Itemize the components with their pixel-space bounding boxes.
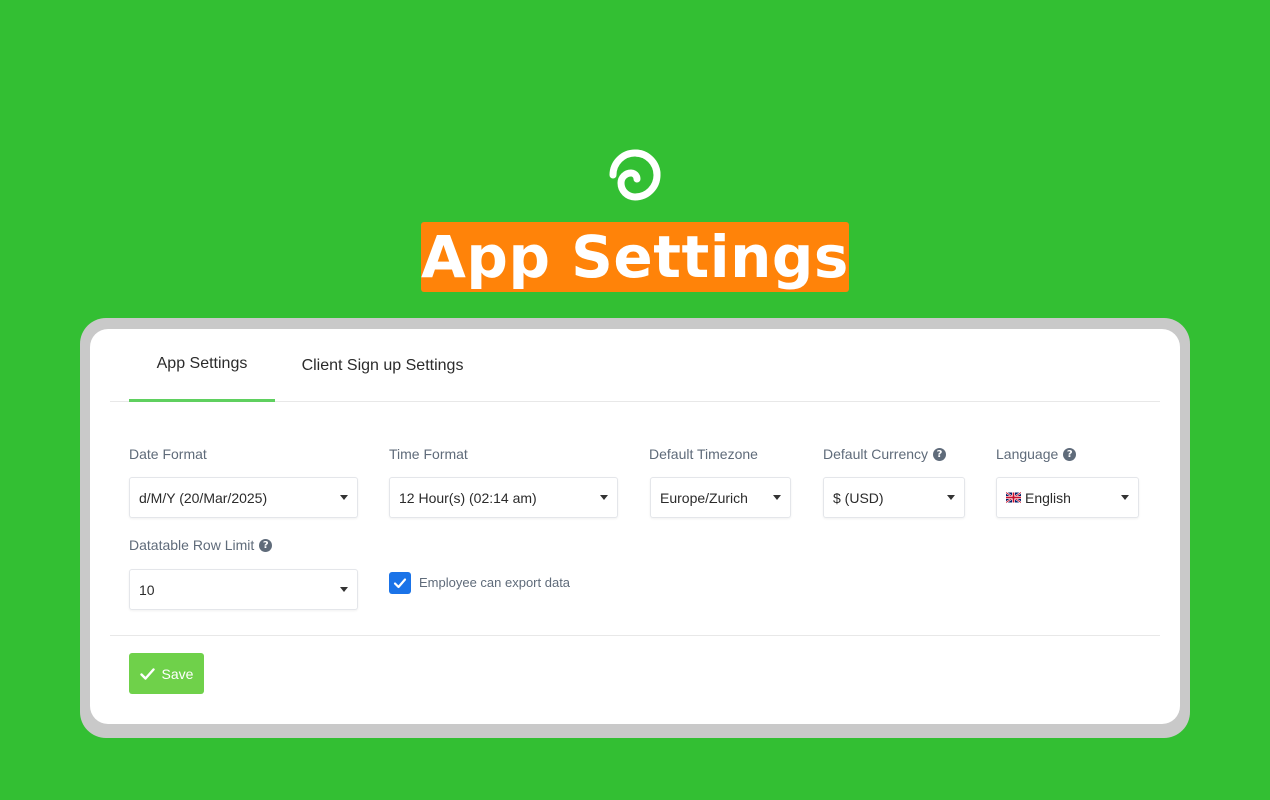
export-data-checkbox[interactable]	[389, 572, 411, 594]
chevron-down-icon	[340, 587, 348, 592]
chevron-down-icon	[773, 495, 781, 500]
language-select[interactable]: English	[996, 477, 1139, 518]
timezone-label: Default Timezone	[649, 446, 758, 462]
uk-flag-icon	[1006, 492, 1021, 503]
chevron-down-icon	[947, 495, 955, 500]
row-limit-value: 10	[139, 581, 155, 598]
row-limit-label-text: Datatable Row Limit	[129, 537, 255, 553]
time-format-label-text: Time Format	[389, 446, 468, 462]
hero-title: App Settings	[421, 223, 849, 291]
time-format-select[interactable]: 12 Hour(s) (02:14 am)	[389, 477, 618, 518]
row-limit-select[interactable]: 10	[129, 569, 358, 610]
hero-banner: App Settings	[421, 222, 849, 292]
chevron-down-icon	[340, 495, 348, 500]
save-button[interactable]: Save	[129, 653, 204, 694]
settings-card: App Settings Client Sign up Settings Dat…	[90, 329, 1180, 724]
language-value: English	[1025, 489, 1071, 506]
currency-select[interactable]: $ (USD)	[823, 477, 965, 518]
currency-value: $ (USD)	[833, 489, 884, 506]
date-format-value: d/M/Y (20/Mar/2025)	[139, 489, 268, 506]
timezone-label-text: Default Timezone	[649, 446, 758, 462]
tab-bar: App Settings Client Sign up Settings	[110, 329, 1160, 402]
chevron-down-icon	[1121, 495, 1129, 500]
language-label: Language ?	[996, 446, 1077, 462]
date-format-label-text: Date Format	[129, 446, 207, 462]
date-format-label: Date Format	[129, 446, 207, 462]
timezone-value: Europe/Zurich	[660, 489, 748, 506]
currency-label: Default Currency ?	[823, 446, 947, 462]
save-button-label: Save	[161, 665, 194, 682]
time-format-label: Time Format	[389, 446, 468, 462]
check-icon	[139, 667, 155, 680]
row-limit-label: Datatable Row Limit ?	[129, 537, 273, 553]
checkmark-icon	[393, 578, 407, 589]
app-logo-icon	[609, 149, 661, 201]
export-data-label: Employee can export data	[419, 575, 571, 590]
timezone-select[interactable]: Europe/Zurich	[650, 477, 791, 518]
chevron-down-icon	[600, 495, 608, 500]
time-format-value: 12 Hour(s) (02:14 am)	[399, 489, 537, 506]
currency-help-icon[interactable]: ?	[933, 447, 947, 461]
date-format-select[interactable]: d/M/Y (20/Mar/2025)	[129, 477, 358, 518]
tab-client-signup-settings[interactable]: Client Sign up Settings	[300, 329, 465, 402]
divider	[110, 635, 1160, 636]
language-label-text: Language	[996, 446, 1059, 462]
tab-app-settings[interactable]: App Settings	[129, 329, 275, 402]
stage: App Settings App Settings Client Sign up…	[0, 0, 1270, 800]
language-help-icon[interactable]: ?	[1063, 447, 1077, 461]
currency-label-text: Default Currency	[823, 446, 929, 462]
row-limit-help-icon[interactable]: ?	[259, 538, 273, 552]
